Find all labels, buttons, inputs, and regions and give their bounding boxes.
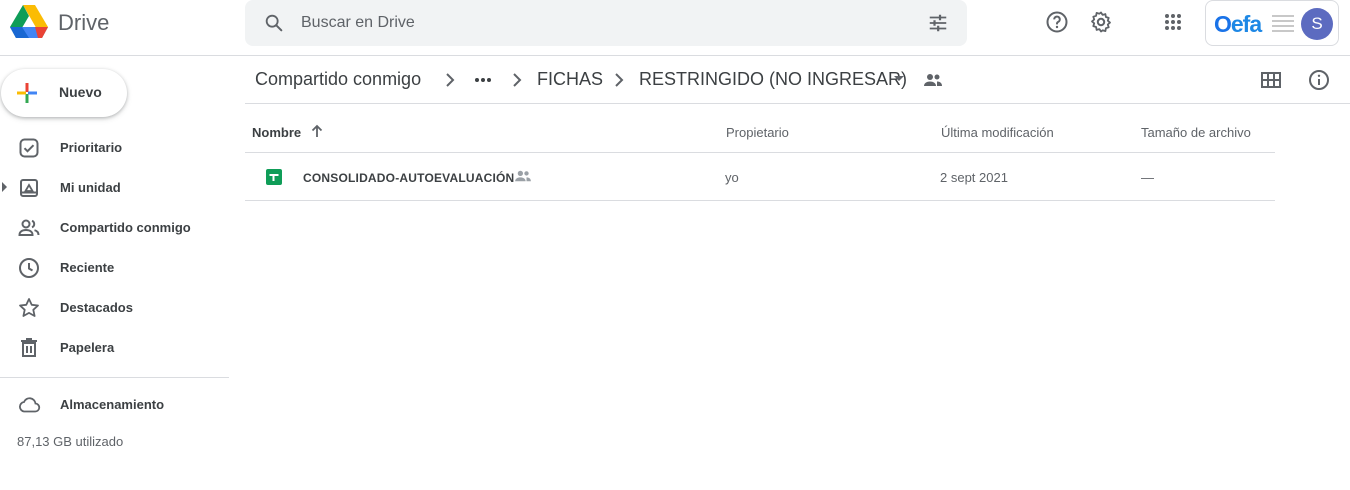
file-name[interactable]: CONSOLIDADO-AUTOEVALUACIÓN bbox=[303, 171, 514, 185]
star-icon bbox=[19, 298, 39, 317]
priority-icon bbox=[19, 138, 39, 158]
sidebar-item-reciente[interactable]: Reciente bbox=[0, 248, 229, 288]
shared-with-me-icon bbox=[18, 219, 40, 236]
search-icon[interactable] bbox=[263, 12, 285, 34]
breadcrumb-item-fichas[interactable]: FICHAS bbox=[537, 69, 603, 90]
sidebar-item-label: Prioritario bbox=[60, 140, 123, 155]
arrow-up-sort-icon[interactable] bbox=[309, 123, 325, 139]
more-horiz-icon[interactable] bbox=[473, 70, 493, 90]
chevron-right-icon bbox=[513, 73, 522, 87]
info-icon[interactable] bbox=[1308, 69, 1330, 91]
sidebar-item-label: Reciente bbox=[60, 260, 115, 275]
sheets-icon bbox=[266, 169, 282, 185]
chevron-right-icon bbox=[615, 73, 624, 87]
my-drive-icon bbox=[20, 179, 38, 197]
storage-used-text: 87,13 GB utilizado bbox=[17, 434, 124, 449]
drive-logo-icon[interactable] bbox=[10, 5, 48, 39]
avatar[interactable]: S bbox=[1301, 8, 1333, 40]
new-button-label: Nuevo bbox=[59, 84, 102, 100]
file-list: Nombre Propietario Última modificación T… bbox=[245, 104, 1275, 201]
clock-icon bbox=[19, 258, 39, 278]
sidebar-divider bbox=[0, 377, 229, 378]
new-button[interactable]: Nuevo bbox=[1, 69, 127, 117]
folder-dropdown-icon[interactable] bbox=[894, 76, 904, 81]
plus-icon bbox=[17, 83, 37, 103]
sidebar-item-destacados[interactable]: Destacados bbox=[0, 288, 229, 328]
top-bar: Drive Oefa S bbox=[0, 0, 1350, 56]
file-size: — bbox=[1141, 170, 1154, 185]
sidebar-item-label: Destacados bbox=[60, 300, 133, 315]
help-icon[interactable] bbox=[1045, 10, 1069, 34]
search-options-icon[interactable] bbox=[927, 12, 949, 34]
org-logo: Oefa bbox=[1214, 11, 1262, 37]
column-header-name[interactable]: Nombre bbox=[252, 125, 301, 140]
file-modified: 2 sept 2021 bbox=[940, 170, 1008, 185]
search-bar[interactable] bbox=[245, 0, 967, 46]
sidebar-item-mi-unidad[interactable]: Mi unidad bbox=[0, 168, 229, 208]
file-owner: yo bbox=[725, 170, 739, 185]
sidebar-item-label: Papelera bbox=[60, 340, 115, 355]
search-input[interactable] bbox=[301, 0, 901, 46]
shared-folder-icon bbox=[924, 74, 942, 86]
sidebar-item-papelera[interactable]: Papelera bbox=[0, 328, 229, 368]
shared-file-icon bbox=[515, 170, 531, 182]
column-header-owner[interactable]: Propietario bbox=[726, 125, 789, 140]
apps-grid-icon[interactable] bbox=[1161, 10, 1185, 34]
column-header-modified[interactable]: Última modificación bbox=[941, 125, 1054, 140]
cloud-icon bbox=[19, 397, 41, 413]
table-row[interactable]: CONSOLIDADO-AUTOEVALUACIÓN yo 2 sept 202… bbox=[245, 153, 1275, 201]
grid-view-icon[interactable] bbox=[1260, 69, 1282, 91]
sidebar-item-label: Compartido conmigo bbox=[60, 220, 191, 235]
sidebar-item-label: Almacenamiento bbox=[60, 397, 165, 412]
app-name[interactable]: Drive bbox=[58, 10, 109, 36]
breadcrumb-item-current[interactable]: RESTRINGIDO (NO INGRESAR) bbox=[639, 69, 907, 90]
expand-arrow-icon[interactable] bbox=[2, 182, 7, 192]
account-switcher[interactable]: Oefa S bbox=[1205, 0, 1339, 46]
sidebar-item-compartido[interactable]: Compartido conmigo bbox=[0, 208, 229, 248]
sidebar-item-almacenamiento[interactable]: Almacenamiento bbox=[0, 385, 229, 425]
chevron-right-icon bbox=[446, 73, 455, 87]
sidebar-item-prioritario[interactable]: Prioritario bbox=[0, 128, 229, 168]
sidebar-item-label: Mi unidad bbox=[60, 180, 121, 195]
breadcrumb: Compartido conmigo FICHAS RESTRINGIDO (N… bbox=[245, 56, 1350, 104]
table-header: Nombre Propietario Última modificación T… bbox=[245, 104, 1275, 153]
column-header-size[interactable]: Tamaño de archivo bbox=[1141, 125, 1251, 140]
org-logo-tagline bbox=[1272, 15, 1294, 35]
breadcrumb-item-compartido[interactable]: Compartido conmigo bbox=[255, 69, 421, 90]
trash-icon bbox=[21, 338, 37, 357]
settings-gear-icon[interactable] bbox=[1089, 10, 1113, 34]
